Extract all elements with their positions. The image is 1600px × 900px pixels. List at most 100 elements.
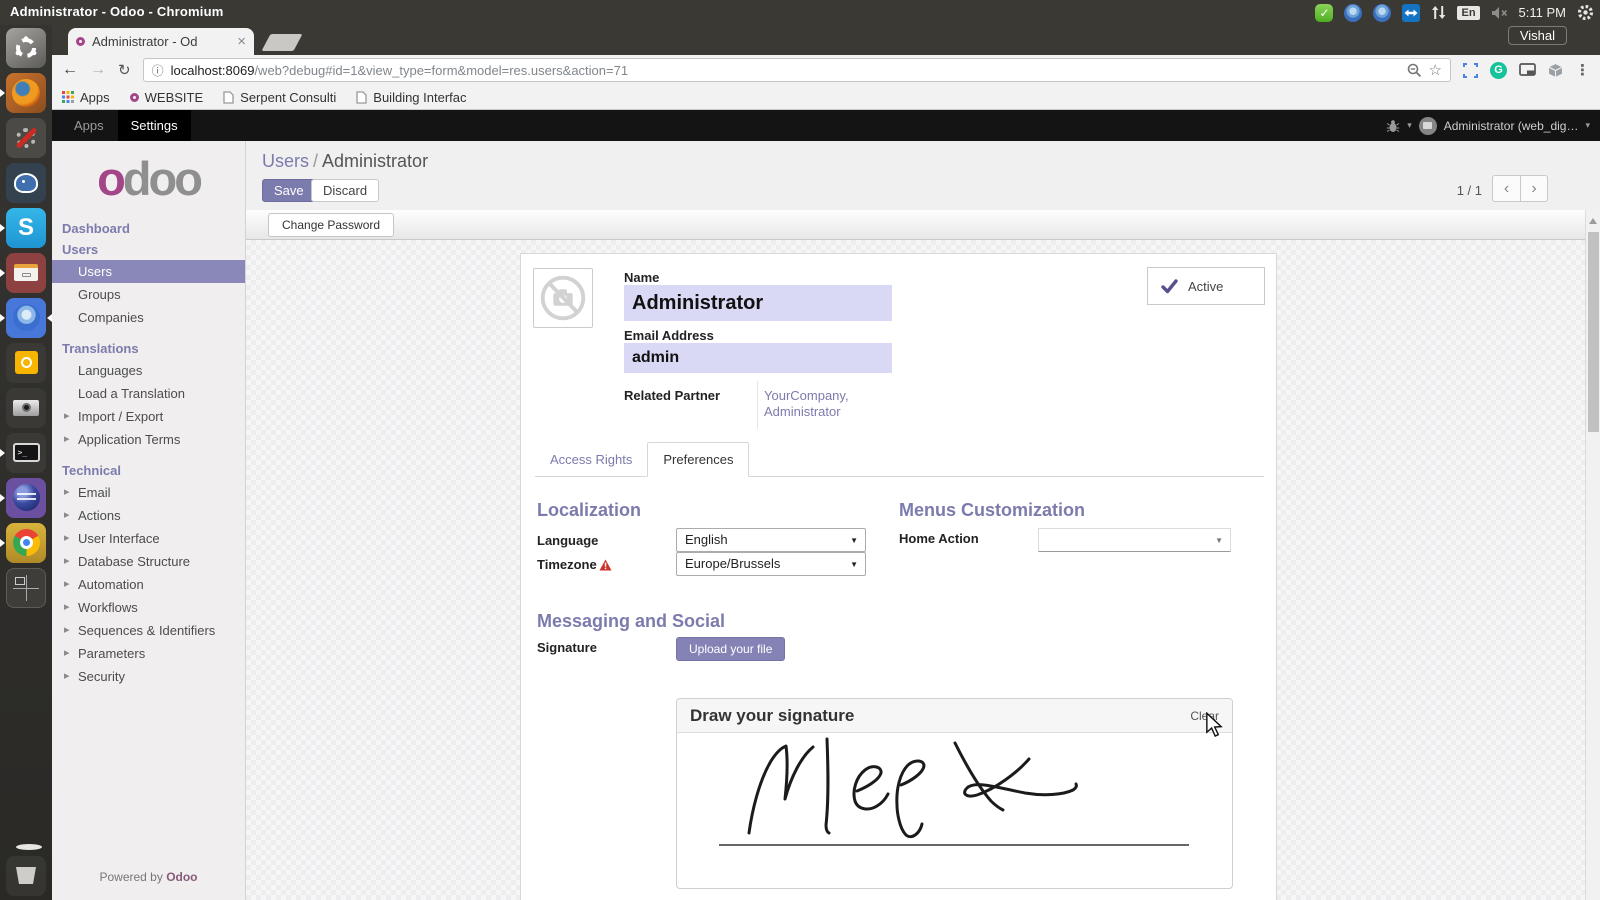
page-info-icon[interactable]: ⓘ [152,62,164,79]
scrollbar-up-arrow[interactable] [1589,218,1597,224]
sidebar-item-companies[interactable]: Companies [52,306,245,329]
bookmark-apps[interactable]: Apps [62,90,110,105]
chevron-down-icon[interactable]: ▾ [1585,120,1590,131]
sidebar-item-sequences-identifiers[interactable]: ▸Sequences & Identifiers [52,619,245,642]
pager-next-button[interactable]: › [1520,175,1548,202]
new-tab-button[interactable] [261,34,302,51]
sidebar-item-security[interactable]: ▸Security [52,665,245,688]
launcher-icon-camera[interactable] [0,385,52,430]
expand-caret-icon[interactable]: ▸ [64,646,70,659]
scrollbar-thumb[interactable] [1588,232,1599,432]
zoom-out-icon[interactable] [1407,63,1422,78]
sidebar-item-groups[interactable]: Groups [52,283,245,306]
launcher-icon-chrome[interactable] [0,520,52,565]
launcher-icon-ubuntu[interactable] [0,25,52,70]
sidebar-item-dashboard[interactable]: Dashboard [52,218,245,239]
sidebar-item-actions[interactable]: ▸Actions [52,504,245,527]
tab-access-rights[interactable]: Access Rights [535,443,647,476]
chevron-down-icon[interactable]: ▾ [1407,120,1412,131]
launcher-icon-eclipse[interactable] [0,475,52,520]
launcher-icon-trash[interactable] [0,853,52,898]
timezone-select[interactable]: Europe/Brussels ▼ [676,552,866,576]
expand-caret-icon[interactable]: ▸ [64,508,70,521]
launcher-icon-workspace-switcher[interactable] [0,565,52,610]
expand-caret-icon[interactable]: ▸ [64,577,70,590]
chromium-tray-icon[interactable] [1344,4,1362,22]
pager-previous-button[interactable]: ‹ [1492,175,1520,202]
launcher-icon-skype[interactable]: S [0,205,52,250]
name-input[interactable] [624,285,892,321]
nav-item-settings[interactable]: Settings [118,110,191,141]
email-input[interactable] [624,343,892,373]
debug-bug-icon[interactable] [1386,119,1400,133]
clock[interactable]: 5:11 PM [1519,5,1566,20]
avatar[interactable] [1419,117,1437,135]
launcher-icon-system-tweaks[interactable] [0,115,52,160]
language-select[interactable]: English ▼ [676,528,866,552]
teamviewer-tray-icon[interactable] [1402,4,1420,22]
scrollbar[interactable] [1585,210,1600,900]
expand-caret-icon[interactable]: ▸ [64,669,70,682]
launcher-icon-firefox[interactable] [0,70,52,115]
sidebar-item-user-interface[interactable]: ▸User Interface [52,527,245,550]
expand-caret-icon[interactable]: ▸ [64,600,70,613]
change-password-button[interactable]: Change Password [268,213,394,237]
sidebar-item-automation[interactable]: ▸Automation [52,573,245,596]
save-button[interactable]: Save [262,179,316,202]
launcher-icon-terminal[interactable]: >_ [0,430,52,475]
expand-caret-icon[interactable]: ▸ [64,485,70,498]
expand-caret-icon[interactable]: ▸ [64,554,70,567]
chromium-tray-icon-2[interactable] [1373,4,1391,22]
nav-item-apps[interactable]: Apps [52,118,118,133]
back-button[interactable]: ← [62,62,78,78]
launcher-icon-chromium[interactable] [0,295,52,340]
screenshot-extension-icon[interactable] [1463,63,1478,78]
expand-caret-icon[interactable]: ▸ [64,409,70,422]
cast-extension-icon[interactable] [1519,63,1536,77]
network-arrows-icon[interactable] [1431,4,1446,21]
odoo-brand-link[interactable]: Odoo [166,870,197,884]
bookmark-star-icon[interactable]: ☆ [1429,61,1442,79]
tab-preferences[interactable]: Preferences [647,442,749,477]
sidebar-item-import-export[interactable]: ▸Import / Export [52,405,245,428]
expand-caret-icon[interactable]: ▸ [64,432,70,445]
sidebar-section-translations[interactable]: Translations [52,338,245,359]
sidebar-item-email[interactable]: ▸Email [52,481,245,504]
sidebar-section-users[interactable]: Users [52,239,245,260]
grammarly-extension-icon[interactable]: G [1490,62,1507,79]
volume-muted-icon[interactable] [1491,6,1508,20]
launcher-icon-file-archiver[interactable] [0,250,52,295]
upload-file-button[interactable]: Upload your file [676,637,785,661]
sidebar-item-parameters[interactable]: ▸Parameters [52,642,245,665]
home-action-combo[interactable]: ▼ [1038,528,1231,552]
expand-caret-icon[interactable]: ▸ [64,531,70,544]
sidebar-item-languages[interactable]: Languages [52,359,245,382]
sidebar-item-users[interactable]: Users [52,260,245,283]
skype-tray-icon[interactable]: ✓ [1315,4,1333,22]
keyboard-layout-indicator[interactable]: En [1457,6,1479,20]
bookmark-building-interface[interactable]: Building Interfac [356,90,466,105]
launcher-icon-google-keep[interactable] [0,340,52,385]
sidebar-item-database-structure[interactable]: ▸Database Structure [52,550,245,573]
browser-menu-icon[interactable]: ⋮ [1575,61,1590,79]
tab-close-icon[interactable]: × [237,34,246,49]
url-bar[interactable]: ⓘ localhost:8069/web?debug#id=1&view_typ… [143,58,1451,82]
discard-button[interactable]: Discard [311,179,379,202]
browser-tab[interactable]: Administrator - Od × [68,28,254,55]
active-checkbox[interactable]: Active [1147,267,1265,305]
bookmark-serpent-consulting[interactable]: Serpent Consulti [223,90,336,105]
signature-canvas[interactable] [677,733,1232,889]
breadcrumb-users-link[interactable]: Users [262,151,309,171]
launcher-icon-postgresql[interactable] [0,160,52,205]
user-image-placeholder[interactable] [533,268,593,328]
user-menu[interactable]: Administrator (web_dig… [1444,119,1579,133]
forward-button[interactable]: → [90,62,106,78]
sidebar-section-technical[interactable]: Technical [52,460,245,481]
sidebar-item-application-terms[interactable]: ▸Application Terms [52,428,245,451]
session-gear-icon[interactable] [1577,4,1594,21]
bookmark-website[interactable]: WEBSITE [130,90,204,105]
cube-extension-icon[interactable] [1548,63,1563,78]
expand-caret-icon[interactable]: ▸ [64,623,70,636]
sidebar-item-workflows[interactable]: ▸Workflows [52,596,245,619]
related-partner-link[interactable]: YourCompany, Administrator [764,388,894,420]
